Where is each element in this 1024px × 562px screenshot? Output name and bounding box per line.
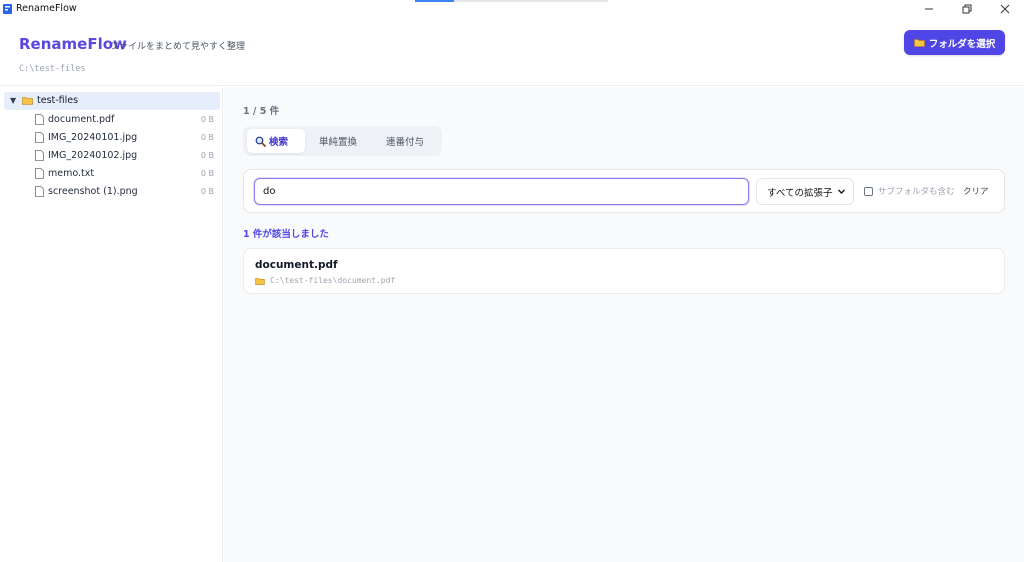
extension-filter-value: すべての拡張子 (767, 187, 833, 199)
result-file-path: C:\test-files\document.pdf (270, 276, 396, 285)
file-count: 1 / 5 件 (243, 106, 280, 117)
close-button[interactable] (998, 2, 1012, 16)
tab-simple-replace-label: 単純置換 (319, 137, 358, 148)
current-folder-path: C:\test-files (19, 64, 86, 74)
folder-icon (913, 39, 925, 47)
close-icon (1000, 4, 1010, 14)
file-icon (35, 168, 44, 179)
result-path-row: C:\test-files\document.pdf (255, 276, 395, 285)
window-title: RenameFlow (16, 3, 77, 14)
include-subfolders-label: サブフォルダも含む (878, 187, 955, 197)
tab-simple-replace[interactable]: 単純置換 (311, 129, 365, 153)
file-tree-sidebar: ▼ test-files document.pdf 0 B IMG_202401… (0, 87, 223, 562)
expand-caret-icon[interactable]: ▼ (10, 96, 16, 105)
tree-root-folder[interactable]: ▼ test-files (4, 92, 220, 110)
extension-filter-select[interactable]: すべての拡張子 (756, 178, 854, 205)
app-header: RenameFlow ファイルをまとめて見やすく整理 C:\test-files… (0, 18, 1024, 86)
tab-search[interactable]: 検索 (247, 129, 305, 153)
loading-progress-fill (415, 0, 454, 2)
loading-progress-bar (415, 0, 608, 2)
title-bar: RenameFlow (0, 0, 1024, 18)
file-name: screenshot (1).png (48, 186, 138, 197)
minimize-icon (925, 8, 933, 10)
file-icon (35, 186, 44, 197)
tree-file-item[interactable]: IMG_20240102.jpg 0 B (0, 147, 222, 164)
include-subfolders-checkbox[interactable] (864, 186, 873, 196)
file-name: memo.txt (48, 168, 95, 179)
app-icon (3, 4, 12, 14)
tab-search-label: 検索 (269, 137, 289, 148)
tagline: ファイルをまとめて見やすく整理 (110, 42, 246, 52)
include-subfolders-option[interactable]: サブフォルダも含む (864, 185, 955, 197)
file-size: 0 B (200, 169, 214, 178)
tree-file-item[interactable]: screenshot (1).png 0 B (0, 183, 222, 200)
tab-sequential-numbering-label: 連番付与 (386, 137, 425, 148)
search-card: すべての拡張子 サブフォルダも含む クリア (243, 169, 1005, 213)
clear-button[interactable]: クリア (959, 183, 993, 199)
match-count-text: 1 件が該当しました (243, 229, 329, 240)
file-name: document.pdf (48, 114, 115, 125)
file-icon (35, 132, 44, 143)
file-icon (35, 114, 44, 125)
file-size: 0 B (200, 151, 214, 160)
file-size: 0 B (200, 187, 214, 196)
chevron-down-icon (838, 189, 845, 194)
search-input[interactable] (254, 178, 749, 205)
main-panel: 1 / 5 件 検索 単純置換 連番付与 すべての拡張子 (224, 87, 1024, 562)
file-size: 0 B (200, 133, 214, 142)
tree-root-label: test-files (37, 95, 79, 106)
magnifier-icon (255, 136, 266, 147)
file-name: IMG_20240102.jpg (48, 150, 138, 161)
folder-icon (22, 97, 33, 105)
restore-icon (962, 4, 972, 14)
tree-file-item[interactable]: document.pdf 0 B (0, 111, 222, 128)
file-size: 0 B (200, 115, 214, 124)
search-result-item[interactable]: document.pdf C:\test-files\document.pdf (243, 248, 1005, 294)
restore-button[interactable] (960, 2, 974, 16)
tab-sequential-numbering[interactable]: 連番付与 (378, 129, 432, 153)
tree-file-item[interactable]: IMG_20240101.jpg 0 B (0, 129, 222, 146)
folder-icon (255, 277, 265, 285)
result-file-name: document.pdf (255, 259, 338, 271)
app-window: RenameFlow RenameFlow ファイルをまとめて見やすく整理 C:… (0, 0, 1024, 562)
select-folder-button[interactable]: フォルダを選択 (904, 30, 1005, 55)
file-icon (35, 150, 44, 161)
select-folder-label: フォルダを選択 (928, 38, 996, 50)
minimize-button[interactable] (922, 2, 936, 16)
tree-file-item[interactable]: memo.txt 0 B (0, 165, 222, 182)
file-name: IMG_20240101.jpg (48, 132, 138, 143)
mode-tabs: 検索 単純置換 連番付与 (243, 126, 442, 156)
